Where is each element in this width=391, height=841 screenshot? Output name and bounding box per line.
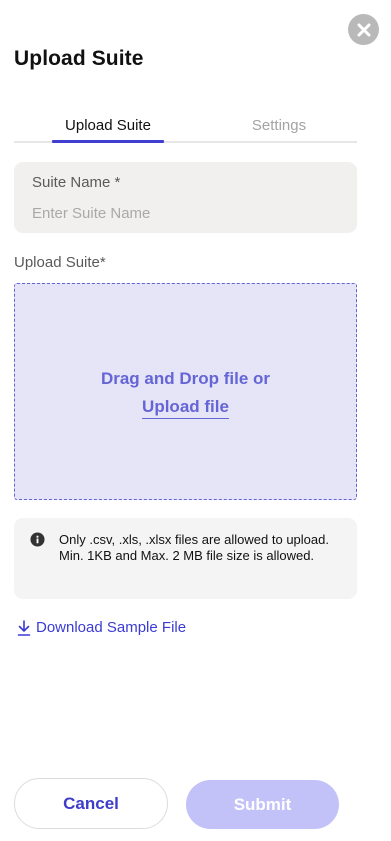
drop-instruction: Drag and Drop file or [100,369,271,388]
download-sample-link[interactable]: Download Sample File [17,619,186,636]
tab-bar: Upload Suite Settings [14,108,357,144]
suite-name-field: Suite Name * [14,162,357,233]
file-dropzone[interactable]: Drag and Drop file or Upload file [14,283,357,500]
notice-text: Only .csv, .xls, .xlsx files are allowed… [59,532,344,564]
tab-upload-suite-label: Upload Suite [65,116,151,134]
upload-suite-panel: Upload Suite Upload Suite Settings Suite… [0,0,391,841]
upload-file-link-wrap: Upload file [15,397,356,419]
info-icon [30,532,45,547]
page-title: Upload Suite [14,47,144,70]
notice-line-formats: Only .csv, .xls, .xlsx files are allowed… [59,532,329,547]
tab-settings-label: Settings [251,116,307,134]
notice-line-size: Min. 1KB and Max. 2 MB file size is allo… [59,548,315,563]
suite-name-input[interactable] [32,202,332,224]
active-tab-indicator [52,140,164,143]
close-button[interactable] [348,14,379,45]
download-sample-label: Download Sample File [36,619,187,636]
tab-upload-suite[interactable]: Upload Suite [52,108,164,143]
download-icon [17,619,31,636]
suite-name-label: Suite Name * [32,174,121,191]
cancel-button[interactable]: Cancel [14,778,168,829]
upload-suite-label: Upload Suite* [14,254,106,271]
submit-button[interactable]: Submit [186,780,339,829]
upload-file-link[interactable]: Upload file [142,397,229,419]
file-requirements-notice: Only .csv, .xls, .xlsx files are allowed… [14,518,357,599]
tab-settings[interactable]: Settings [214,108,344,143]
close-icon [357,23,370,36]
